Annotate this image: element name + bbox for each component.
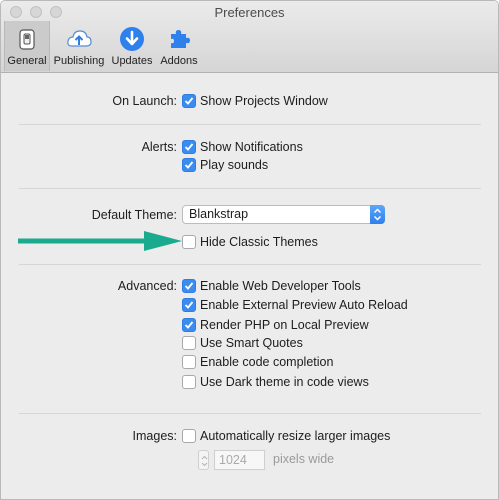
default-theme-select[interactable]: Blankstrap (182, 205, 385, 224)
tab-updates[interactable]: Updates (109, 21, 155, 71)
divider (19, 124, 481, 125)
default-theme-label: Default Theme: (91, 208, 177, 222)
tab-publishing[interactable]: Publishing (51, 21, 107, 71)
on-launch-label: On Launch: (112, 94, 177, 108)
titlebar: Preferences General Publishing Updates A… (1, 1, 498, 73)
advanced-label: Advanced: (117, 279, 177, 293)
window-title: Preferences (214, 5, 285, 20)
show-notifications-text: Show Notifications (200, 140, 303, 154)
auto-resize-images-text: Automatically resize larger images (200, 429, 391, 443)
puzzle-icon (171, 30, 190, 48)
download-arrow-icon (120, 27, 144, 51)
enable-web-developer-tools-text: Enable Web Developer Tools (200, 279, 361, 293)
external-preview-auto-reload-option[interactable]: Enable External Preview Auto Reload (182, 296, 408, 314)
images-label: Images: (132, 429, 177, 443)
code-completion-checkbox[interactable] (182, 355, 196, 369)
external-preview-auto-reload-text: Enable External Preview Auto Reload (200, 298, 408, 312)
use-smart-quotes-checkbox[interactable] (182, 336, 196, 350)
checkmark-icon (184, 97, 194, 105)
tab-addons[interactable]: Addons (157, 21, 201, 71)
show-notifications-checkbox[interactable] (182, 140, 196, 154)
annotation-arrow-icon (18, 231, 182, 251)
show-notifications-option[interactable]: Show Notifications (182, 138, 303, 156)
image-width-input[interactable]: 1024 (214, 450, 265, 470)
render-php-checkbox[interactable] (182, 318, 196, 332)
code-completion-option[interactable]: Enable code completion (182, 353, 333, 371)
use-smart-quotes-option[interactable]: Use Smart Quotes (182, 334, 303, 352)
dark-theme-code-views-text: Use Dark theme in code views (200, 375, 369, 389)
tab-general-label: General (7, 55, 47, 67)
tab-updates-label: Updates (111, 55, 153, 67)
checkmark-icon (184, 301, 194, 309)
play-sounds-checkbox[interactable] (182, 158, 196, 172)
enable-web-developer-tools-option[interactable]: Enable Web Developer Tools (182, 277, 361, 295)
show-projects-window-text: Show Projects Window (200, 94, 328, 108)
pixels-wide-label: pixels wide (273, 452, 335, 466)
hide-classic-themes-checkbox[interactable] (182, 235, 196, 249)
dark-theme-code-views-option[interactable]: Use Dark theme in code views (182, 373, 369, 391)
popup-chevron-icon[interactable] (370, 205, 385, 224)
cloud-upload-icon (67, 30, 92, 47)
hide-classic-themes-text: Hide Classic Themes (200, 235, 318, 249)
checkmark-icon (184, 282, 194, 290)
stepper-arrows-icon (201, 455, 208, 467)
divider (19, 413, 481, 414)
width-stepper[interactable] (198, 450, 209, 470)
use-smart-quotes-text: Use Smart Quotes (200, 336, 303, 350)
checkmark-icon (184, 321, 194, 329)
code-completion-text: Enable code completion (200, 355, 334, 369)
alerts-label: Alerts: (141, 140, 177, 154)
render-php-text: Render PHP on Local Preview (200, 318, 369, 332)
divider (19, 188, 481, 189)
tab-general[interactable]: General (4, 21, 50, 71)
external-preview-auto-reload-checkbox[interactable] (182, 298, 196, 312)
show-projects-window-option[interactable]: Show Projects Window (182, 92, 328, 110)
preferences-window: Preferences General Publishing Updates A… (0, 0, 499, 500)
tab-publishing-label: Publishing (53, 55, 105, 67)
divider (19, 264, 481, 265)
dark-theme-code-views-checkbox[interactable] (182, 375, 196, 389)
auto-resize-images-option[interactable]: Automatically resize larger images (182, 427, 390, 445)
show-projects-window-checkbox[interactable] (182, 94, 196, 108)
auto-resize-images-checkbox[interactable] (182, 429, 196, 443)
switch-icon (19, 29, 35, 50)
play-sounds-text: Play sounds (200, 158, 269, 172)
hide-classic-themes-option[interactable]: Hide Classic Themes (182, 233, 318, 251)
checkmark-icon (184, 143, 194, 151)
enable-web-developer-tools-checkbox[interactable] (182, 279, 196, 293)
render-php-option[interactable]: Render PHP on Local Preview (182, 316, 369, 334)
checkmark-icon (184, 161, 194, 169)
tab-addons-label: Addons (160, 55, 198, 67)
default-theme-value: Blankstrap (189, 207, 249, 221)
play-sounds-option[interactable]: Play sounds (182, 156, 268, 174)
